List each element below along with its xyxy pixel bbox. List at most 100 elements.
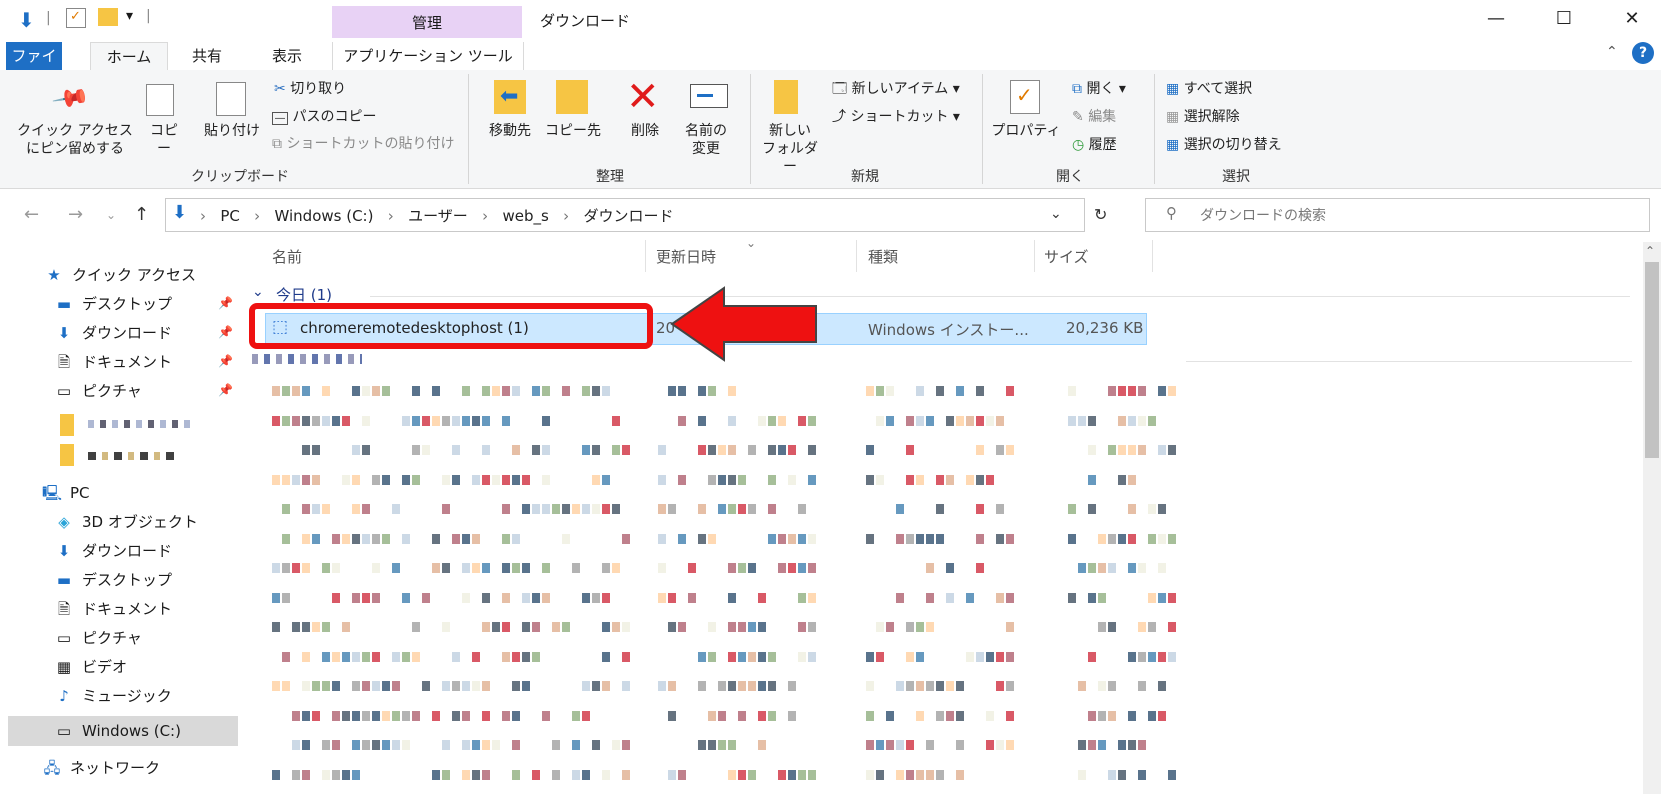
select-none-label: 選択解除 xyxy=(1183,109,1240,125)
star-icon: ★ xyxy=(47,266,61,284)
blurred-file-row xyxy=(272,563,1166,575)
open-button[interactable]: ⧉ 開く ▾ xyxy=(1072,78,1126,98)
folder-icon[interactable] xyxy=(60,414,74,436)
nav-pictures[interactable]: ▭ ピクチャ xyxy=(52,378,142,404)
tab-view[interactable]: 表示 xyxy=(262,42,312,70)
cut-button[interactable]: ✂ 切り取り xyxy=(274,78,346,98)
nav-label: ビデオ xyxy=(82,658,128,676)
address-dropdown-icon[interactable]: ⌄ xyxy=(1050,206,1062,222)
nav-network[interactable]: 🖧 ネットワーク xyxy=(40,755,160,781)
pin-quick-access-button[interactable]: クイック アクセス にピン留めする xyxy=(16,122,134,158)
shortcut-button[interactable]: ⤴ ショートカット ▾ xyxy=(832,106,960,126)
music-note-icon: ♪ xyxy=(59,687,69,705)
download-icon: ⬇ xyxy=(57,324,71,342)
breadcrumb-drive[interactable]: Windows (C:) xyxy=(275,207,374,225)
copy-path-button[interactable]: ― パスのコピー xyxy=(272,106,376,126)
group-collapse-icon[interactable]: ⌄ xyxy=(252,284,264,300)
rename-button[interactable]: 名前の 変更 xyxy=(676,122,736,158)
invert-selection-button[interactable]: ▦ 選択の切り替え xyxy=(1166,134,1282,154)
desktop-icon: ▬ xyxy=(56,295,72,313)
tab-share[interactable]: 共有 xyxy=(182,42,232,70)
edit-button[interactable]: ✎ 編集 xyxy=(1072,106,1116,126)
nav-music[interactable]: ♪ ミュージック xyxy=(52,683,172,709)
forward-icon[interactable]: → xyxy=(68,204,83,225)
copy-to-button[interactable]: コピー先 xyxy=(542,122,604,140)
qat-dropdown-icon[interactable]: ▾ xyxy=(126,8,133,24)
back-icon[interactable]: ← xyxy=(24,204,39,225)
group-header-today[interactable]: 今日 (1) xyxy=(276,284,332,305)
nav-pc-desktop[interactable]: ▬ デスクトップ xyxy=(52,567,172,593)
ribbon-separator xyxy=(1154,74,1155,184)
nav-drive-c[interactable]: ▭ Windows (C:) xyxy=(52,718,181,744)
breadcrumb-users[interactable]: ユーザー xyxy=(408,207,468,225)
column-header-name[interactable]: 名前 xyxy=(272,246,302,267)
properties-button[interactable]: プロパティ xyxy=(990,122,1062,140)
nav-desktop[interactable]: ▬ デスクトップ xyxy=(52,291,172,317)
recent-locations-icon[interactable]: ⌄ xyxy=(106,208,116,222)
breadcrumb-user[interactable]: web_s xyxy=(502,207,548,225)
nav-pc[interactable]: 🖳 PC xyxy=(40,480,90,506)
breadcrumb-separator: › xyxy=(378,207,404,225)
select-all-button[interactable]: ▦ すべて選択 xyxy=(1166,78,1252,98)
column-separator[interactable] xyxy=(1034,240,1035,272)
column-header-type[interactable]: 種類 xyxy=(868,246,898,267)
nav-label: Windows (C:) xyxy=(82,722,181,740)
blurred-file-row xyxy=(272,622,1176,634)
maximize-button[interactable]: ☐ xyxy=(1541,4,1587,34)
new-folder-icon[interactable] xyxy=(98,8,118,26)
move-to-button[interactable]: 移動先 xyxy=(480,122,540,140)
nav-3d-objects[interactable]: ◈ 3D オブジェクト xyxy=(52,509,198,535)
nav-documents[interactable]: 🗎 ドキュメント xyxy=(52,349,172,375)
minimize-button[interactable]: — xyxy=(1473,4,1519,34)
history-button[interactable]: ◷ 履歴 xyxy=(1072,134,1117,154)
select-all-label: すべて選択 xyxy=(1183,81,1253,97)
collapse-ribbon-icon[interactable]: ⌃ xyxy=(1606,44,1618,60)
tab-file[interactable]: ファイル xyxy=(6,42,62,93)
nav-downloads[interactable]: ⬇ ダウンロード xyxy=(52,320,172,346)
open-icon: ⧉ xyxy=(1072,81,1087,97)
folder-icon[interactable] xyxy=(60,444,74,466)
search-placeholder: ダウンロードの検索 xyxy=(1200,208,1326,224)
window-title: ダウンロード xyxy=(540,12,631,30)
tab-app-tools[interactable]: アプリケーション ツール xyxy=(332,42,524,70)
column-separator[interactable] xyxy=(856,240,857,272)
blurred-file-row xyxy=(272,386,1176,398)
up-icon[interactable]: ↑ xyxy=(134,204,149,225)
refresh-icon[interactable]: ↻ xyxy=(1094,205,1107,224)
column-separator[interactable] xyxy=(1152,240,1153,272)
nav-videos[interactable]: ▦ ビデオ xyxy=(52,654,127,680)
column-separator[interactable] xyxy=(645,240,646,272)
close-button[interactable]: ✕ xyxy=(1609,4,1655,34)
new-folder-button[interactable]: 新しい フォルダー xyxy=(756,122,824,176)
breadcrumb: › PC › Windows (C:) › ユーザー › web_s › ダウン… xyxy=(200,205,673,226)
nav-pc-pictures[interactable]: ▭ ピクチャ xyxy=(52,625,142,651)
tab-home[interactable]: ホーム xyxy=(90,42,168,72)
pin-icon: 📌 xyxy=(218,325,233,339)
column-header-size[interactable]: サイズ xyxy=(1044,246,1089,267)
delete-button[interactable]: 削除 xyxy=(622,122,668,140)
paste-button[interactable]: 貼り付け xyxy=(200,122,264,140)
nav-label: クイック アクセス xyxy=(72,266,197,284)
properties-check-icon[interactable]: ✓ xyxy=(66,8,86,28)
copy-button[interactable]: コピー xyxy=(144,122,184,158)
blurred-file-row xyxy=(272,474,1152,487)
help-icon[interactable]: ? xyxy=(1632,42,1654,64)
blurred-file-row xyxy=(272,445,1176,457)
breadcrumb-separator: › xyxy=(553,207,579,225)
select-none-button[interactable]: ▦ 選択解除 xyxy=(1166,106,1240,126)
open-label: 開く ▾ xyxy=(1086,81,1126,97)
nav-quick-access[interactable]: ★ クイック アクセス xyxy=(42,262,196,288)
cut-label: 切り取り xyxy=(290,81,347,97)
column-header-modified[interactable]: 更新日時 xyxy=(656,246,716,267)
breadcrumb-pc[interactable]: PC xyxy=(220,207,240,225)
breadcrumb-separator: › xyxy=(472,207,498,225)
scroll-up-icon[interactable]: ⌃ xyxy=(1645,244,1655,258)
scrollbar-thumb[interactable] xyxy=(1645,262,1659,458)
download-icon: ⬇ xyxy=(57,542,71,560)
nav-pc-downloads[interactable]: ⬇ ダウンロード xyxy=(52,538,172,564)
new-item-button[interactable]: 🗔 新しいアイテム ▾ xyxy=(832,78,960,102)
breadcrumb-downloads[interactable]: ダウンロード xyxy=(583,207,673,225)
paste-shortcut-button[interactable]: ⧉ ショートカットの貼り付け xyxy=(272,133,454,153)
nav-pc-documents[interactable]: 🗎 ドキュメント xyxy=(52,596,172,622)
ribbon-separator xyxy=(982,74,983,184)
